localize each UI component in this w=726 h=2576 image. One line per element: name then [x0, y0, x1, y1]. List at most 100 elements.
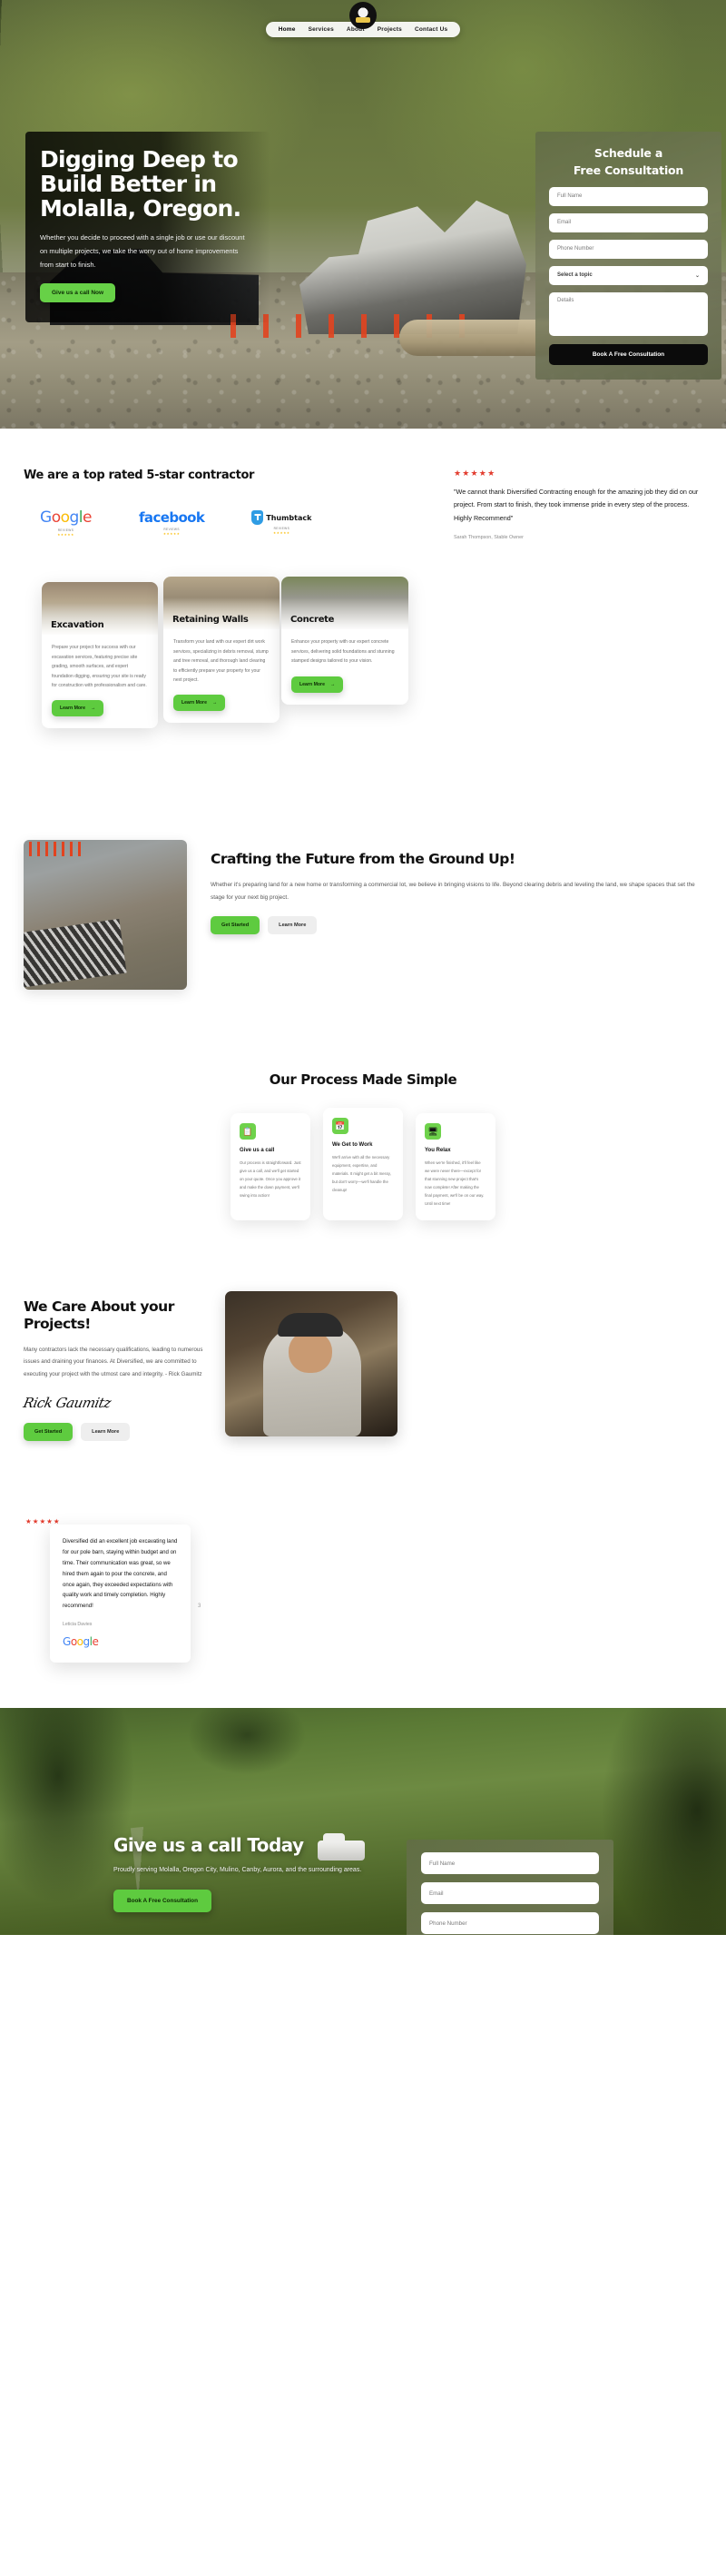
we-care-learn-more-button[interactable]: Learn More	[81, 1423, 131, 1442]
diversified-logo-icon[interactable]	[349, 2, 377, 29]
crafting-get-started-button[interactable]: Get Started	[211, 915, 260, 934]
facebook-stars-icon: ★★★★★	[162, 532, 181, 536]
footer-text: Proudly serving Molalla, Oregon City, Mu…	[113, 1867, 362, 1874]
review-platform-logos: Google REVIEWS ★★★★★ facebook REVIEWS ★★…	[24, 508, 454, 537]
nav-item-home[interactable]: Home	[279, 26, 296, 33]
hero-email-input[interactable]: Email	[549, 212, 708, 232]
service-card-title: Concrete	[290, 614, 335, 625]
we-care-heading: We Care About your Projects!	[24, 1298, 174, 1333]
crafting-learn-more-button[interactable]: Learn More	[268, 915, 318, 934]
testimonial-counter: 3	[198, 1604, 201, 1610]
reviews-left-column: We are a top rated 5-star contractor Goo…	[0, 469, 454, 540]
footer-full-name-input[interactable]: Full Name	[421, 1852, 599, 1875]
footer-email-input[interactable]: Email	[421, 1882, 599, 1905]
customer-testimonial-text: Diversified did an excellent job excavat…	[63, 1538, 178, 1610]
owner-cap	[278, 1313, 343, 1337]
chevron-down-icon: ⌄	[694, 272, 700, 279]
hero-topic-select[interactable]: Select a topic ⌄	[549, 265, 708, 285]
owner-portrait-image	[225, 1291, 397, 1437]
service-card-image: Excavation	[42, 582, 158, 636]
service-card-excavation[interactable]: Excavation Prepare your project for succ…	[42, 582, 158, 729]
hero-heading: Digging Deep to Build Better in Molalla,…	[40, 146, 241, 222]
we-care-get-started-button[interactable]: Get Started	[24, 1423, 74, 1442]
thumbtack-lockup: Thumbtack	[251, 510, 311, 525]
hero-form-title: Schedule a Free Consultation	[573, 146, 684, 178]
crafting-copy: Crafting the Future from the Ground Up! …	[211, 840, 702, 934]
customer-testimonial-section: ★★★★★ Diversified did an excellent job e…	[0, 1517, 726, 1690]
service-card-text: Enhance your property with our expert co…	[291, 639, 395, 665]
google-wordmark-icon: Google	[40, 508, 92, 527]
service-learn-more-button[interactable]: Learn More →	[173, 695, 226, 712]
calendar-work-icon: 📅	[332, 1118, 348, 1135]
hero-copy-block: Digging Deep to Build Better in Molalla,…	[25, 132, 270, 323]
process-cards: 📋 Give us a call Our process is straight…	[0, 1108, 726, 1221]
service-card-concrete[interactable]: Concrete Enhance your property with our …	[281, 577, 408, 705]
crafting-button-row: Get Started Learn More	[211, 915, 702, 934]
hero-details-textarea[interactable]: Details	[549, 291, 708, 336]
site-header: Home Services About Projects Contact Us	[0, 0, 726, 37]
process-step-title: Give us a call	[240, 1148, 275, 1154]
process-heading: Our Process Made Simple	[269, 1071, 457, 1089]
process-section: Our Process Made Simple 📋 Give us a call…	[0, 1071, 726, 1221]
process-step-title: You Relax	[425, 1148, 451, 1154]
google-stars-icon: ★★★★★	[57, 533, 74, 537]
reviews-section: We are a top rated 5-star contractor Goo…	[0, 429, 726, 573]
nav-item-contact-us[interactable]: Contact Us	[415, 26, 447, 33]
crafting-heading: Crafting the Future from the Ground Up!	[211, 851, 515, 868]
process-step-relax: 🖥 You Relax When we're finished, it'll f…	[416, 1113, 495, 1221]
owner-face	[289, 1331, 332, 1374]
google-reviews-logo[interactable]: Google REVIEWS ★★★★★	[40, 508, 92, 537]
footer-book-consultation-button[interactable]: Book A Free Consultation	[113, 1890, 211, 1913]
thumbtack-wordmark-icon: Thumbtack	[266, 513, 312, 522]
we-care-section: We Care About your Projects! Many contra…	[0, 1291, 726, 1442]
testimonial-author: Sarah Thompson, Stable Owner	[454, 535, 524, 541]
footer-phone-input[interactable]: Phone Number	[421, 1912, 599, 1935]
we-care-text: Many contractors lack the necessary qual…	[24, 1347, 203, 1377]
process-step-text: We'll arrive with all the necessary equi…	[332, 1155, 391, 1193]
process-step-text: When we're finished, it'll feel like we …	[425, 1160, 485, 1207]
footer-heading: Give us a call Today	[113, 1834, 304, 1857]
crafting-project-image	[24, 840, 187, 991]
customer-testimonial-card: Diversified did an excellent job excavat…	[50, 1525, 191, 1663]
service-learn-more-button[interactable]: Learn More →	[291, 676, 344, 693]
hero-book-consultation-button[interactable]: Book A Free Consultation	[549, 343, 708, 365]
hero-full-name-input[interactable]: Full Name	[549, 186, 708, 206]
services-section: Excavation Prepare your project for succ…	[0, 577, 726, 764]
hero-section: Home Services About Projects Contact Us …	[0, 0, 726, 429]
facebook-reviews-logo[interactable]: facebook REVIEWS ★★★★★	[139, 509, 205, 536]
arrow-right-icon: →	[211, 700, 218, 706]
process-step-title: We Get to Work	[332, 1142, 373, 1149]
thumbtack-reviews-logo[interactable]: Thumbtack REVIEWS ★★★★★	[251, 510, 311, 535]
process-step-work: 📅 We Get to Work We'll arrive with all t…	[323, 1108, 403, 1221]
service-card-title: Retaining Walls	[172, 614, 249, 625]
nav-item-services[interactable]: Services	[309, 26, 334, 33]
service-card-image: Concrete	[281, 577, 408, 630]
hero-call-now-button[interactable]: Give us a call Now	[40, 283, 116, 303]
we-care-copy: We Care About your Projects! Many contra…	[22, 1291, 205, 1442]
thumbtack-badge-icon	[251, 510, 264, 525]
testimonial-quote: "We cannot thank Diversified Contracting…	[454, 488, 699, 522]
footer-copy: Give us a call Today Proudly serving Mol…	[113, 1834, 413, 1913]
footer-cta-section: Give us a call Today Proudly serving Mol…	[0, 1708, 726, 1936]
google-reviews-label: REVIEWS	[57, 528, 74, 532]
service-card-text: Prepare your project for success with ou…	[52, 645, 147, 688]
crafting-text: Whether it's preparing land for a new ho…	[211, 882, 695, 901]
we-care-button-row: Get Started Learn More	[24, 1423, 205, 1442]
service-card-retaining-walls[interactable]: Retaining Walls Transform your land with…	[163, 577, 280, 724]
reviews-testimonial: ★★★★★ "We cannot thank Diversified Contr…	[454, 469, 726, 540]
landing-page: Home Services About Projects Contact Us …	[0, 0, 726, 1936]
thumbtack-stars-icon: ★★★★★	[273, 531, 290, 535]
hero-consultation-form: Schedule a Free Consultation Full Name Em…	[535, 132, 721, 380]
service-learn-more-button[interactable]: Learn More →	[52, 700, 104, 717]
service-card-text: Transform your land with our expert dirt…	[173, 639, 269, 683]
nav-item-projects[interactable]: Projects	[378, 26, 402, 33]
thumbtack-reviews-label: REVIEWS	[273, 527, 290, 530]
service-card-body: Transform your land with our expert dirt…	[163, 629, 280, 723]
hero-phone-input[interactable]: Phone Number	[549, 239, 708, 259]
service-card-image: Retaining Walls	[163, 577, 280, 630]
customer-testimonial-author: Leticia Davies	[63, 1622, 93, 1628]
service-card-body: Enhance your property with our expert co…	[281, 629, 408, 704]
crafting-section: Crafting the Future from the Ground Up! …	[0, 840, 726, 991]
relax-icon: 🖥	[425, 1123, 441, 1140]
owner-signature: Rick Gaumitz	[22, 1395, 113, 1412]
